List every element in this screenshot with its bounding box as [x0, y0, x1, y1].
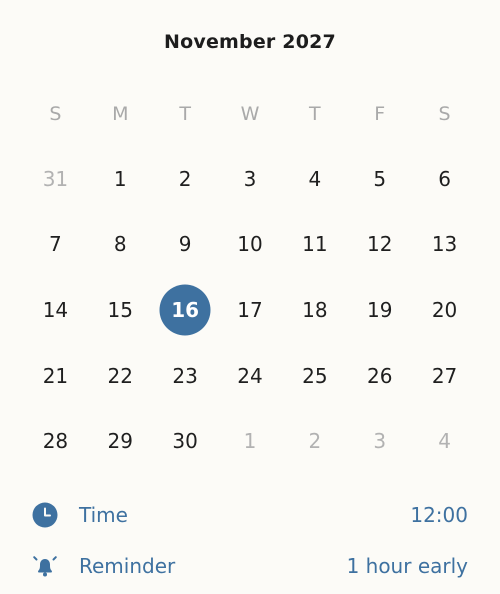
day-label: 4	[308, 166, 322, 191]
day-label: 2	[178, 166, 192, 191]
day-cell[interactable]: 4	[282, 146, 347, 212]
day-cell[interactable]: 21	[23, 343, 88, 409]
day-cell[interactable]: 12	[347, 212, 412, 278]
weekday-sunday: S	[49, 103, 62, 125]
bell-icon	[32, 553, 58, 579]
day-cell-next-month[interactable]: 3	[347, 408, 412, 474]
day-cell[interactable]: 15	[88, 277, 153, 343]
calendar-grid: S M T W T F S 31 1 2 3 4 5 6 7 8 9 10 11…	[23, 82, 477, 474]
day-label: 20	[431, 297, 458, 322]
weekday-monday: M	[112, 103, 129, 125]
day-cell[interactable]: 10	[218, 212, 283, 278]
day-cell[interactable]: 24	[218, 343, 283, 409]
day-cell[interactable]: 22	[88, 343, 153, 409]
clock-icon	[32, 502, 58, 528]
day-label: 3	[373, 429, 387, 454]
day-label: 21	[42, 363, 69, 388]
day-label: 27	[431, 363, 458, 388]
day-cell[interactable]: 2	[153, 146, 218, 212]
day-label: 9	[178, 232, 192, 257]
day-label: 3	[243, 166, 257, 191]
day-label: 5	[373, 166, 387, 191]
day-cell[interactable]: 27	[412, 343, 477, 409]
weekday-wednesday: W	[240, 103, 260, 125]
day-label: 23	[172, 363, 198, 388]
day-cell-prev-month[interactable]: 31	[23, 146, 88, 212]
time-label: Time	[79, 503, 128, 527]
weekday-thursday: T	[309, 103, 321, 125]
day-cell[interactable]: 8	[88, 212, 153, 278]
day-cell[interactable]: 11	[282, 212, 347, 278]
day-cell[interactable]: 28	[23, 408, 88, 474]
day-cell[interactable]: 17	[218, 277, 283, 343]
day-cell[interactable]: 13	[412, 212, 477, 278]
day-cell[interactable]: 20	[412, 277, 477, 343]
day-label: 4	[438, 429, 451, 454]
day-label: 28	[42, 429, 69, 454]
day-label: 24	[237, 363, 263, 388]
day-label: 6	[438, 166, 451, 191]
day-label: 22	[107, 363, 133, 388]
reminder-value[interactable]: 1 hour early	[347, 554, 468, 578]
day-cell[interactable]: 30	[153, 408, 218, 474]
day-label: 16	[171, 297, 200, 322]
day-cell-selected[interactable]: 16	[153, 277, 218, 343]
day-label: 12	[366, 232, 393, 257]
day-label: 15	[107, 297, 133, 322]
day-cell[interactable]: 3	[218, 146, 283, 212]
day-cell[interactable]: 1	[88, 146, 153, 212]
day-label: 7	[49, 232, 62, 257]
day-label: 1	[113, 166, 127, 191]
day-cell-next-month[interactable]: 1	[218, 408, 283, 474]
weekday-tuesday: T	[179, 103, 191, 125]
day-cell[interactable]: 6	[412, 146, 477, 212]
day-label: 19	[366, 297, 393, 322]
day-cell-next-month[interactable]: 4	[412, 408, 477, 474]
day-cell[interactable]: 18	[282, 277, 347, 343]
day-cell[interactable]: 14	[23, 277, 88, 343]
day-label: 11	[302, 232, 328, 257]
day-cell[interactable]: 5	[347, 146, 412, 212]
day-label: 26	[366, 363, 393, 388]
day-cell[interactable]: 26	[347, 343, 412, 409]
reminder-label: Reminder	[79, 554, 176, 578]
day-cell[interactable]: 7	[23, 212, 88, 278]
day-label: 13	[431, 232, 458, 257]
day-label: 29	[107, 429, 133, 454]
day-label: 17	[237, 297, 263, 322]
day-cell[interactable]: 23	[153, 343, 218, 409]
month-title: November 2027	[164, 31, 336, 53]
day-label: 18	[302, 297, 328, 322]
day-label: 10	[237, 232, 263, 257]
reminder-row[interactable]: Reminder 1 hour early	[32, 551, 468, 581]
day-label: 30	[172, 429, 198, 454]
day-label: 8	[113, 232, 127, 257]
day-cell[interactable]: 25	[282, 343, 347, 409]
day-cell[interactable]: 9	[153, 212, 218, 278]
day-cell[interactable]: 19	[347, 277, 412, 343]
day-label: 2	[308, 429, 322, 454]
day-cell-next-month[interactable]: 2	[282, 408, 347, 474]
day-label: 31	[42, 166, 69, 191]
day-cell[interactable]: 29	[88, 408, 153, 474]
time-value[interactable]: 12:00	[410, 503, 468, 527]
time-row[interactable]: Time 12:00	[32, 500, 468, 530]
day-label: 25	[302, 363, 328, 388]
day-label: 14	[42, 297, 69, 322]
day-label: 1	[243, 429, 257, 454]
weekday-friday: F	[374, 103, 386, 125]
weekday-saturday: S	[438, 103, 451, 125]
